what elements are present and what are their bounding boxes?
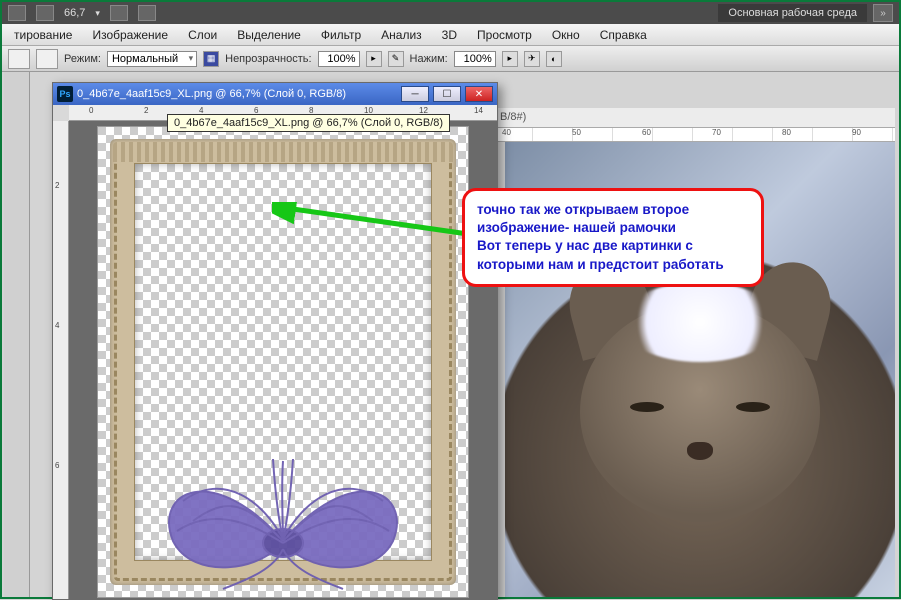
instruction-callout: точно так же открываем второе изображени… [462, 188, 764, 287]
workspace-switcher[interactable]: Основная рабочая среда [718, 4, 867, 22]
hand-tool-icon[interactable] [110, 5, 128, 21]
frame-window [134, 163, 432, 561]
filename-tooltip: 0_4b67e_4aaf15c9_XL.png @ 66,7% (Слой 0,… [167, 114, 450, 132]
canvas-area[interactable] [69, 121, 497, 599]
close-button[interactable]: ✕ [465, 86, 493, 102]
flow-chevron-icon[interactable]: ▸ [502, 51, 518, 67]
menu-select[interactable]: Выделение [227, 25, 311, 45]
menu-layers[interactable]: Слои [178, 25, 227, 45]
menu-help[interactable]: Справка [590, 25, 657, 45]
blend-mode-select[interactable]: Нормальный [107, 51, 197, 67]
minimize-button[interactable]: ─ [401, 86, 429, 102]
callout-line2: Вот теперь у нас две картинки с которыми… [477, 238, 724, 271]
document-window: Ps 0_4b67e_4aaf15c9_XL.png @ 66,7% (Слой… [52, 82, 498, 600]
document-title: 0_4b67e_4aaf15c9_XL.png @ 66,7% (Слой 0,… [77, 88, 346, 100]
doc2-tab[interactable]: B/8#) [492, 108, 895, 128]
chevrons-icon[interactable]: » [873, 4, 893, 22]
zoom-level: 66,7 [64, 7, 85, 19]
maximize-button[interactable]: ☐ [433, 86, 461, 102]
opacity-input[interactable]: 100% [318, 51, 360, 67]
menu-view[interactable]: Просмотр [467, 25, 542, 45]
flow-input[interactable]: 100% [454, 51, 496, 67]
airbrush-icon[interactable]: ✈ [524, 51, 540, 67]
options-bar: Режим: Нормальный ▦ Непрозрачность: 100%… [2, 46, 899, 72]
document-titlebar[interactable]: Ps 0_4b67e_4aaf15c9_XL.png @ 66,7% (Слой… [53, 83, 497, 105]
mode-label: Режим: [64, 53, 101, 65]
tablet-pressure-icon[interactable]: ◐ [546, 51, 562, 67]
opacity-label: Непрозрачность: [225, 53, 311, 65]
callout-line1: точно так же открываем второе изображени… [477, 202, 689, 235]
menu-analysis[interactable]: Анализ [371, 25, 432, 45]
menu-edit[interactable]: тирование [4, 25, 82, 45]
doc2-ruler: 40 50 60 70 80 90 [492, 128, 895, 142]
dropdown-icon[interactable]: ▾ [95, 8, 100, 19]
ps-icon: Ps [57, 86, 73, 102]
brush-tool-icon[interactable] [8, 49, 30, 69]
vertical-ruler: 2 4 6 [53, 121, 69, 599]
cardboard-frame [110, 139, 456, 585]
brush-preset-icon[interactable] [36, 49, 58, 69]
menu-3d[interactable]: 3D [432, 25, 467, 45]
menu-image[interactable]: Изображение [82, 25, 178, 45]
frame-canvas[interactable] [98, 127, 468, 597]
opacity-chevron-icon[interactable]: ▸ [366, 51, 382, 67]
menu-window[interactable]: Окно [542, 25, 590, 45]
screen-mode-icon[interactable] [36, 5, 54, 21]
opacity-pressure-icon[interactable]: ✎ [388, 51, 404, 67]
menu-filter[interactable]: Фильтр [311, 25, 371, 45]
menu-bar: тирование Изображение Слои Выделение Фил… [2, 24, 899, 46]
mode-toggle-icon[interactable]: ▦ [203, 51, 219, 67]
app-topbar: 66,7 ▾ Основная рабочая среда » [2, 2, 899, 24]
left-tool-strip[interactable] [4, 72, 30, 597]
arrange-icon[interactable] [138, 5, 156, 21]
flow-label: Нажим: [410, 53, 448, 65]
mb-icon[interactable] [8, 5, 26, 21]
